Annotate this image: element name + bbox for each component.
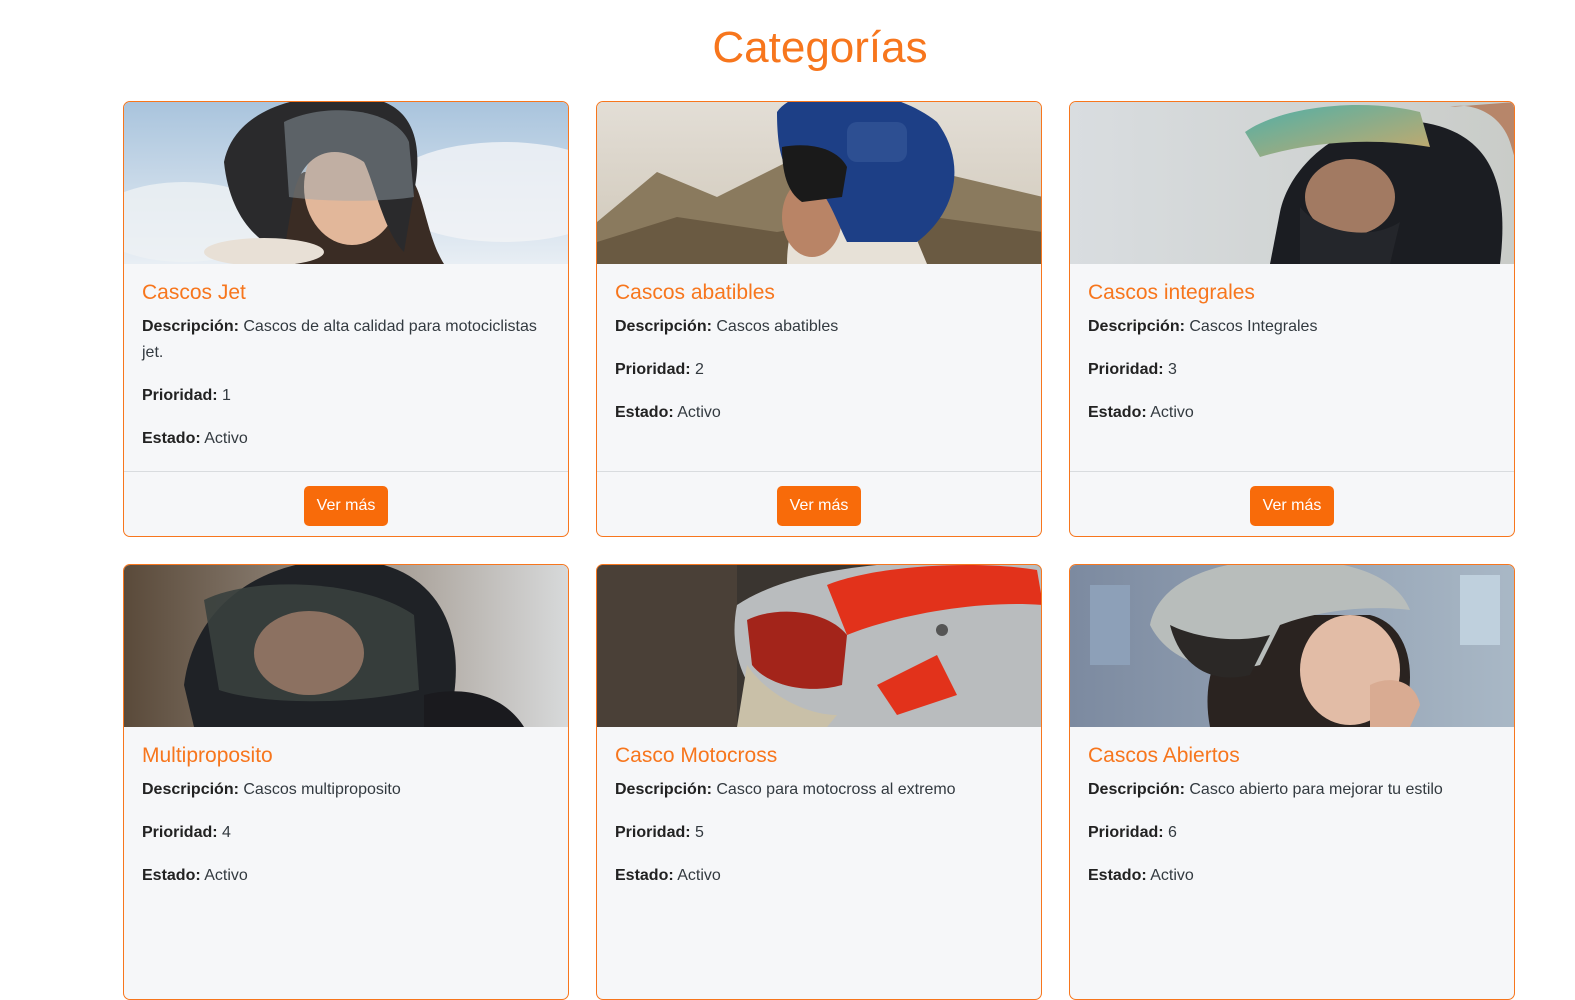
description-field: Descripción: Cascos abatibles (615, 314, 1023, 340)
card-title: Cascos Jet (142, 281, 246, 304)
priority-field: Prioridad: 4 (142, 820, 550, 846)
ver-mas-button[interactable]: Ver más (303, 485, 389, 526)
description-label: Descripción: (142, 318, 239, 335)
category-card: Cascos Abiertos Descripción: Casco abier… (1069, 564, 1515, 1000)
woman-jet-helmet-photo (124, 102, 568, 264)
priority-value: 2 (695, 361, 704, 378)
status-label: Estado: (142, 867, 201, 884)
status-field: Estado: Activo (142, 426, 550, 452)
priority-field: Prioridad: 1 (142, 383, 550, 409)
description-field: Descripción: Cascos Integrales (1088, 314, 1496, 340)
priority-label: Prioridad: (142, 824, 218, 841)
priority-value: 6 (1168, 824, 1177, 841)
status-label: Estado: (1088, 867, 1147, 884)
ver-mas-button[interactable]: Ver más (1249, 485, 1335, 526)
description-value: Cascos multiproposito (243, 781, 401, 798)
status-label: Estado: (615, 404, 674, 421)
priority-label: Prioridad: (615, 824, 691, 841)
description-field: Descripción: Cascos de alta calidad para… (142, 314, 550, 366)
status-field: Estado: Activo (1088, 863, 1496, 889)
description-value: Cascos abatibles (716, 318, 839, 335)
description-label: Descripción: (615, 318, 712, 335)
description-value: Cascos Integrales (1189, 318, 1318, 335)
priority-value: 4 (222, 824, 231, 841)
description-label: Descripción: (1088, 318, 1185, 335)
card-footer: Ver más (124, 471, 568, 536)
status-value: Activo (1150, 867, 1194, 884)
priority-label: Prioridad: (1088, 824, 1164, 841)
description-field: Descripción: Casco abierto para mejorar … (1088, 777, 1496, 803)
priority-field: Prioridad: 6 (1088, 820, 1496, 846)
status-label: Estado: (142, 430, 201, 447)
card-title: Casco Motocross (615, 744, 778, 767)
priority-label: Prioridad: (615, 361, 691, 378)
description-label: Descripción: (142, 781, 239, 798)
priority-label: Prioridad: (142, 387, 218, 404)
man-full-face-helmet-photo (1070, 102, 1514, 264)
category-card: Cascos integrales Descripción: Cascos In… (1069, 101, 1515, 537)
status-label: Estado: (615, 867, 674, 884)
woman-open-helmet-photo (1070, 565, 1514, 727)
priority-field: Prioridad: 2 (615, 357, 1023, 383)
card-title: Cascos Abiertos (1088, 744, 1240, 767)
card-footer: Ver más (1070, 471, 1514, 536)
status-value: Activo (1150, 404, 1194, 421)
card-footer: Ver más (597, 471, 1041, 536)
description-field: Descripción: Casco para motocross al ext… (615, 777, 1023, 803)
status-value: Activo (677, 404, 721, 421)
card-title: Cascos abatibles (615, 281, 775, 304)
status-value: Activo (677, 867, 721, 884)
priority-value: 3 (1168, 361, 1177, 378)
description-value: Casco para motocross al extremo (716, 781, 956, 798)
priority-value: 1 (222, 387, 231, 404)
card-title: Cascos integrales (1088, 281, 1255, 304)
motocross-helmet-photo (597, 565, 1041, 727)
priority-value: 5 (695, 824, 704, 841)
status-field: Estado: Activo (1088, 400, 1496, 426)
description-field: Descripción: Cascos multiproposito (142, 777, 550, 803)
category-card: Cascos abatibles Descripción: Cascos aba… (596, 101, 1042, 537)
man-multipurpose-helmet-photo (124, 565, 568, 727)
man-flip-up-helmet-photo (597, 102, 1041, 264)
status-field: Estado: Activo (615, 863, 1023, 889)
card-title: Multiproposito (142, 744, 273, 767)
status-field: Estado: Activo (615, 400, 1023, 426)
priority-field: Prioridad: 3 (1088, 357, 1496, 383)
description-label: Descripción: (615, 781, 712, 798)
category-card: Casco Motocross Descripción: Casco para … (596, 564, 1042, 1000)
priority-field: Prioridad: 5 (615, 820, 1023, 846)
status-label: Estado: (1088, 404, 1147, 421)
description-label: Descripción: (1088, 781, 1185, 798)
priority-label: Prioridad: (1088, 361, 1164, 378)
status-value: Activo (204, 430, 248, 447)
description-value: Casco abierto para mejorar tu estilo (1189, 781, 1443, 798)
status-value: Activo (204, 867, 248, 884)
category-card: Cascos Jet Descripción: Cascos de alta c… (123, 101, 569, 537)
category-card: Multiproposito Descripción: Cascos multi… (123, 564, 569, 1000)
status-field: Estado: Activo (142, 863, 550, 889)
ver-mas-button[interactable]: Ver más (776, 485, 862, 526)
page-title: Categorías (712, 23, 928, 72)
